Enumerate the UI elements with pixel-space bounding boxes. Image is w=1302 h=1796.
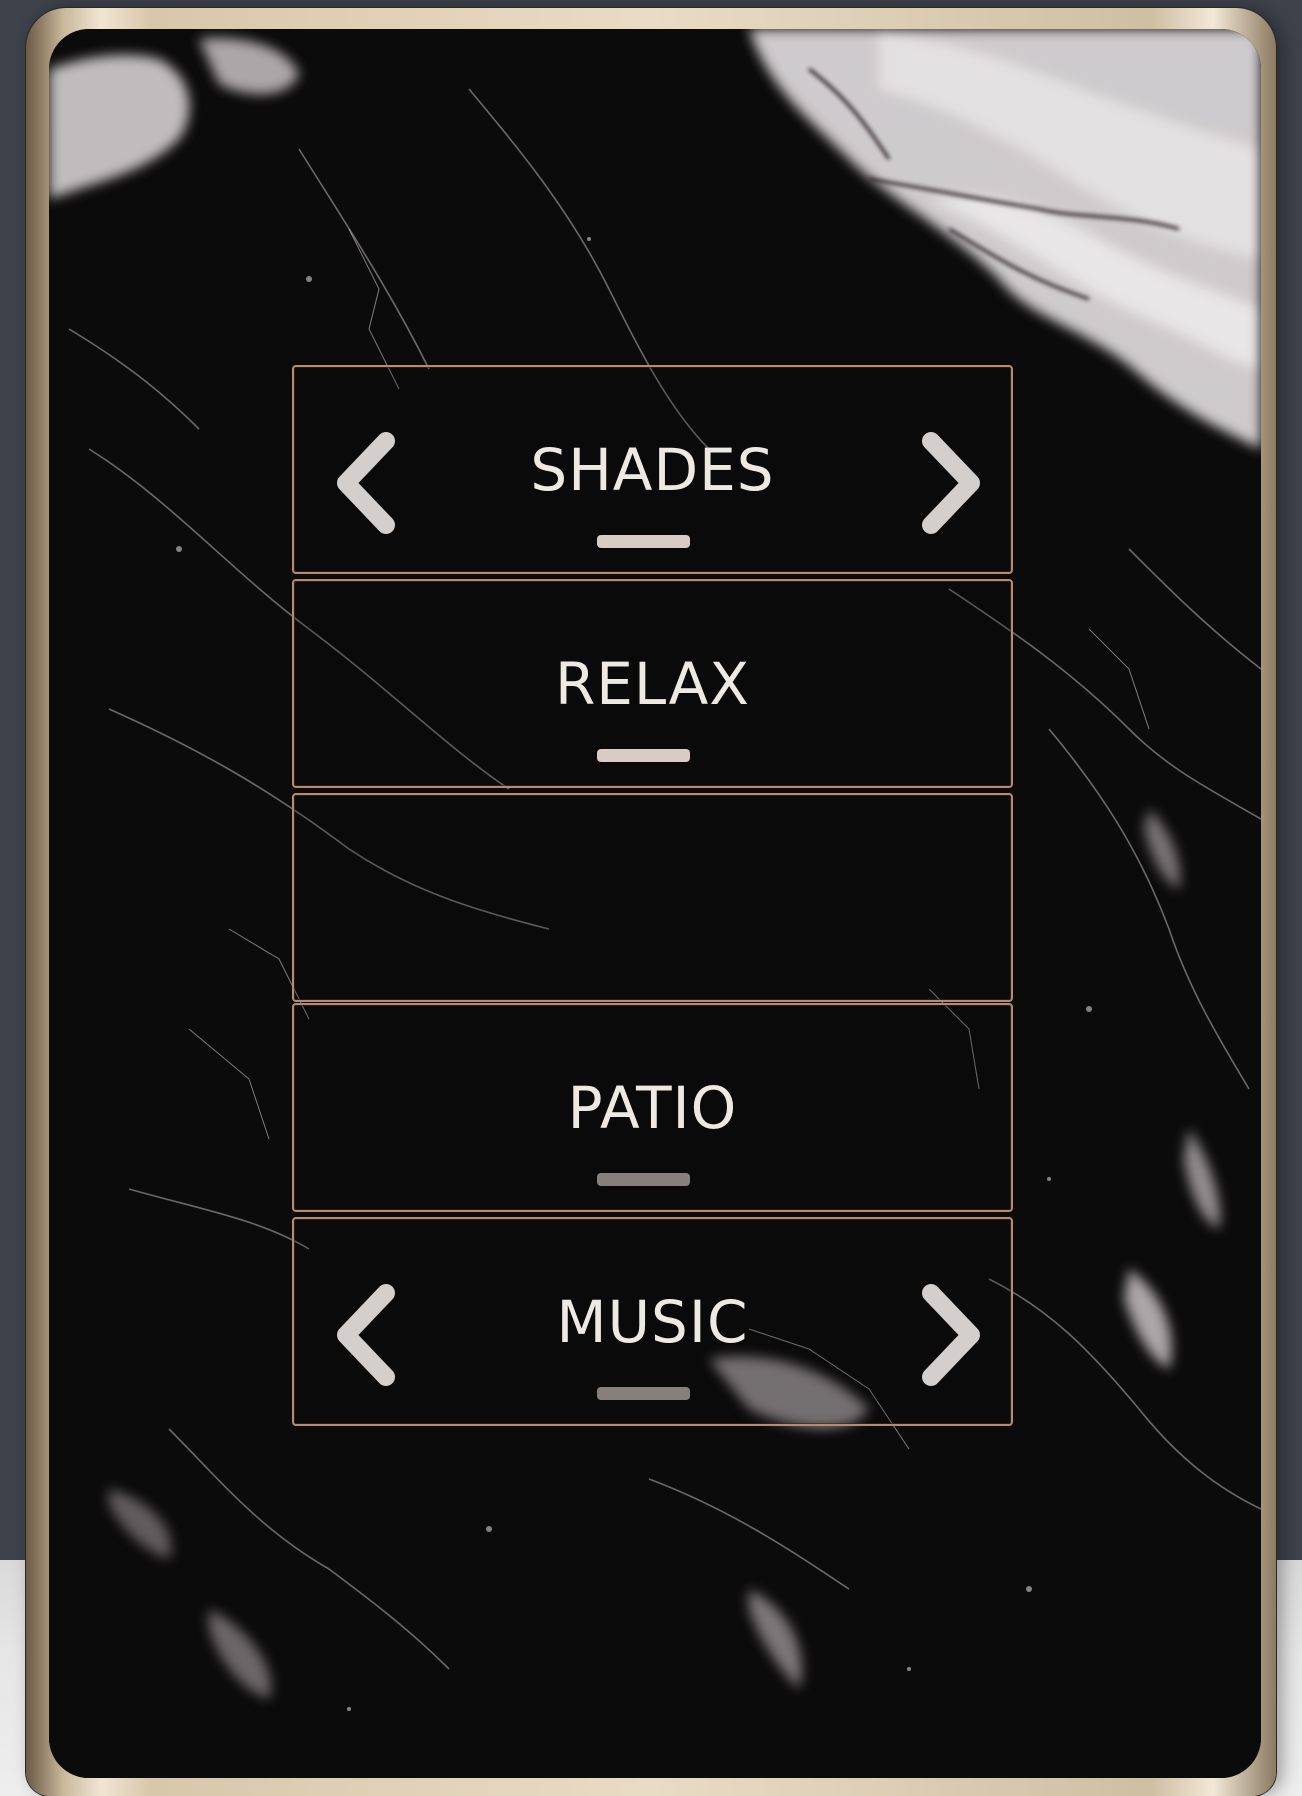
marble-faceplate: SHADES RELAX PATIO MUSIC	[49, 29, 1261, 1778]
patio-status-indicator	[597, 1173, 690, 1186]
shades-status-indicator	[597, 535, 690, 548]
music-button[interactable]: MUSIC	[292, 1217, 1013, 1426]
chevron-right-icon[interactable]	[903, 1275, 993, 1395]
blank-button[interactable]	[292, 793, 1013, 1002]
chevron-right-icon[interactable]	[903, 423, 993, 543]
keypad-button-stack: SHADES RELAX PATIO MUSIC	[292, 365, 1017, 1432]
relax-status-indicator	[597, 749, 690, 762]
patio-button[interactable]: PATIO	[292, 1003, 1013, 1212]
music-status-indicator	[597, 1387, 690, 1400]
shades-button[interactable]: SHADES	[292, 365, 1013, 574]
relax-label: RELAX	[554, 650, 750, 718]
relax-button[interactable]: RELAX	[292, 579, 1013, 788]
patio-label: PATIO	[567, 1074, 738, 1142]
